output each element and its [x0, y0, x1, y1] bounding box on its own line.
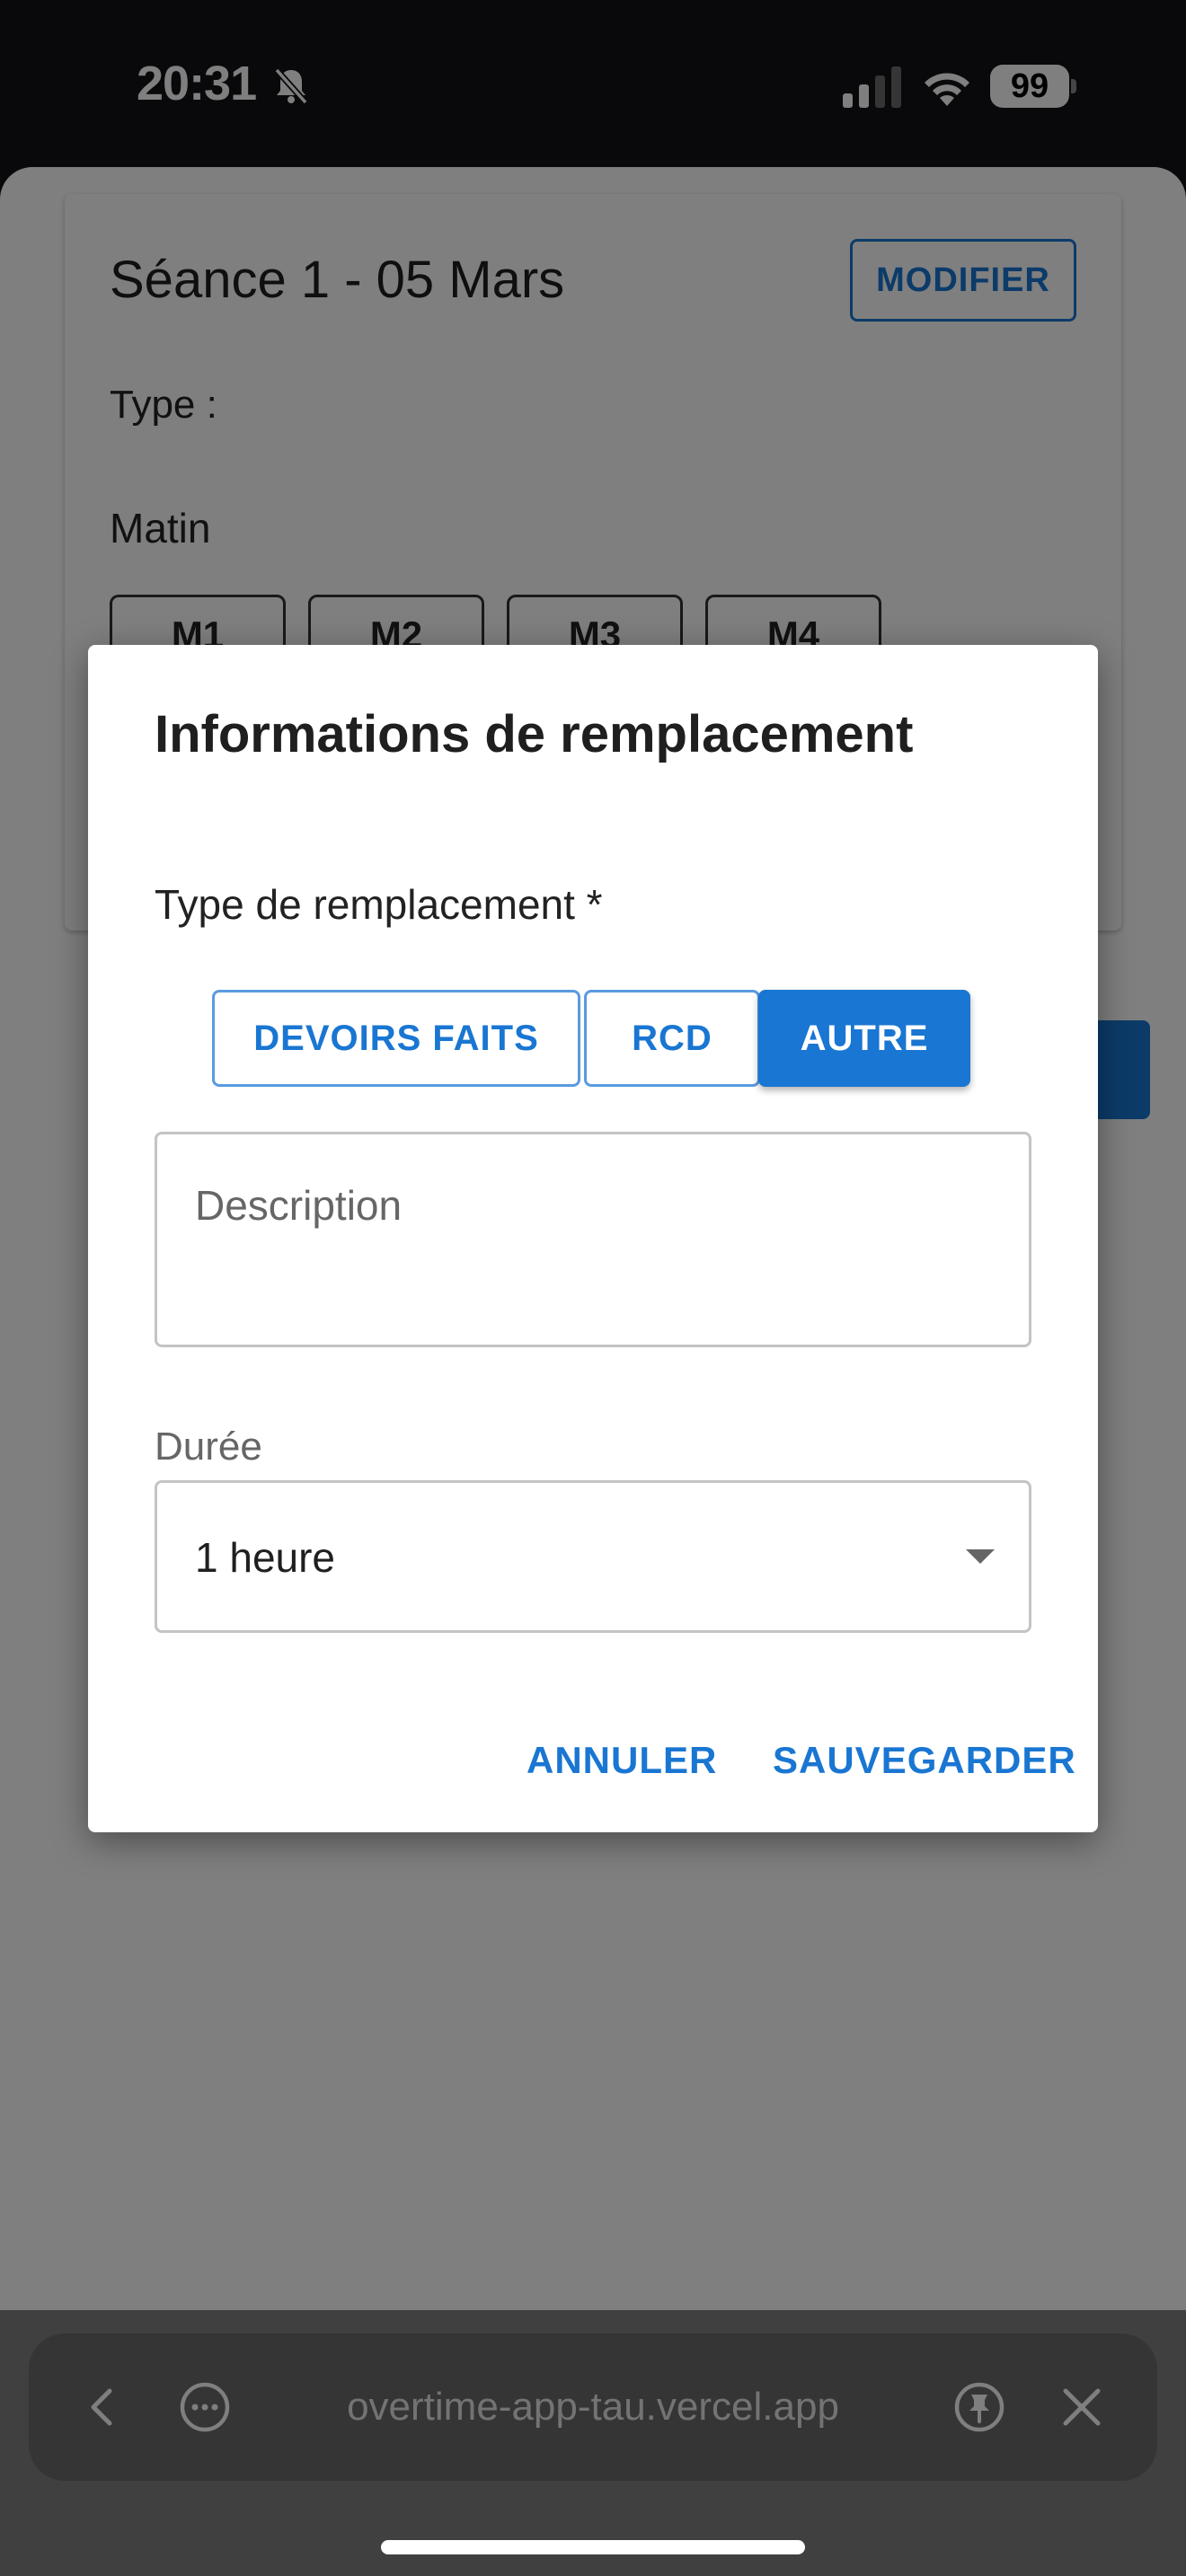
duree-value: 1 heure	[195, 1534, 336, 1581]
description-placeholder: Description	[195, 1182, 403, 1229]
option-rcd-button[interactable]: RCD	[584, 990, 760, 1087]
replacement-dialog: Informations de remplacement Type de rem…	[88, 645, 1098, 1832]
cancel-button[interactable]: ANNULER	[527, 1739, 717, 1782]
dialog-title: Informations de remplacement	[155, 705, 914, 763]
home-indicator[interactable]	[381, 2540, 805, 2554]
duree-select[interactable]: 1 heure	[155, 1480, 1031, 1633]
replacement-type-label: Type de remplacement *	[155, 881, 603, 928]
duree-label: Durée	[155, 1425, 262, 1469]
option-autre-button[interactable]: AUTRE	[758, 990, 970, 1087]
description-field[interactable]: Description	[155, 1132, 1031, 1347]
option-devoirs-faits-button[interactable]: DEVOIRS FAITS	[212, 990, 580, 1087]
caret-down-icon	[966, 1549, 995, 1564]
save-button[interactable]: SAUVEGARDER	[773, 1739, 1076, 1782]
